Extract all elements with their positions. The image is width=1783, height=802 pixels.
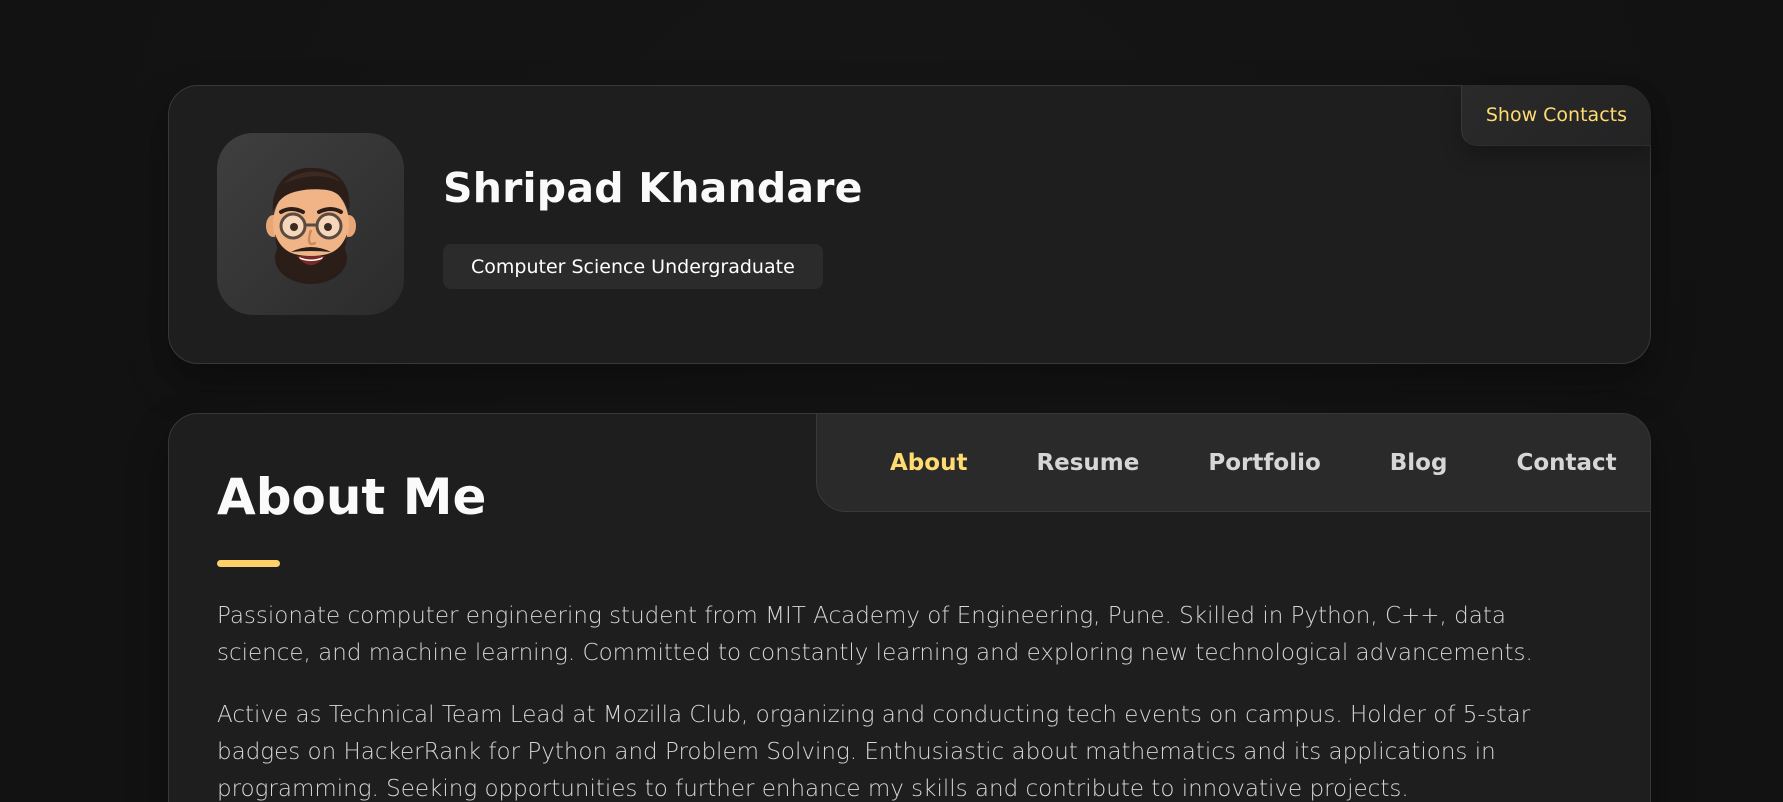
title-badge: Computer Science Undergraduate (443, 244, 823, 289)
avatar (217, 133, 404, 315)
show-contacts-button[interactable]: Show Contacts (1460, 85, 1651, 146)
page-title: About Me (217, 468, 487, 526)
nav-resume[interactable]: Resume (1036, 450, 1139, 476)
title-underline (217, 560, 280, 567)
nav-about[interactable]: About (890, 450, 967, 476)
profile-name: Shripad Khandare (443, 164, 863, 212)
nav-blog[interactable]: Blog (1390, 450, 1448, 476)
nav-portfolio[interactable]: Portfolio (1208, 450, 1320, 476)
navbar: About Resume Portfolio Blog Contact (816, 414, 1650, 512)
profile-card: Shripad Khandare Computer Science Underg… (168, 85, 1651, 364)
about-paragraph-2: Active as Technical Team Lead at Mozilla… (217, 702, 1531, 802)
nav-contact[interactable]: Contact (1516, 450, 1616, 476)
page: Shripad Khandare Computer Science Underg… (0, 0, 1783, 802)
about-article: About Resume Portfolio Blog Contact Abou… (168, 413, 1651, 802)
memoji-avatar-icon (265, 167, 356, 284)
about-paragraph-1: Passionate computer engineering student … (217, 603, 1533, 666)
